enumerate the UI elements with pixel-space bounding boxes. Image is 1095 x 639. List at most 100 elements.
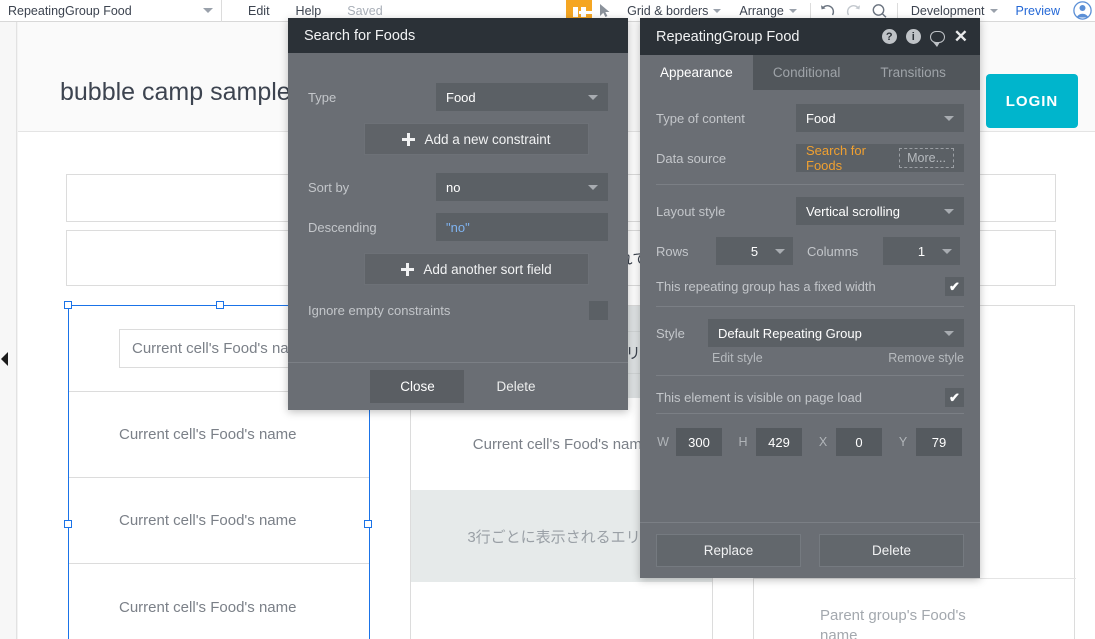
type-select[interactable]: Food: [436, 83, 608, 111]
columns-select[interactable]: 1: [883, 237, 960, 265]
width-input[interactable]: 300: [676, 428, 722, 456]
rg-panel-header: RepeatingGroup Food ? i ✕: [640, 18, 980, 55]
rg-panel-header-icons: ? i ✕: [881, 28, 968, 47]
tab-appearance[interactable]: Appearance: [640, 55, 753, 90]
chevron-down-icon: [588, 94, 598, 100]
style-label: Style: [656, 325, 685, 341]
collapse-panel-arrow-icon[interactable]: [1, 352, 8, 366]
visible-on-page-load-checkbox[interactable]: ✔: [945, 388, 964, 407]
search-icon[interactable]: [867, 3, 893, 19]
avatar-icon[interactable]: [1069, 1, 1095, 20]
sort-by-select[interactable]: no: [436, 173, 608, 201]
replace-button[interactable]: Replace: [656, 534, 801, 567]
type-of-content-value: Food: [806, 110, 836, 126]
repeating-group-property-panel[interactable]: RepeatingGroup Food ? i ✕ Appearance Con…: [640, 18, 980, 578]
sort-by-value: no: [446, 179, 461, 195]
chevron-down-icon: [944, 330, 954, 336]
search-for-foods-dialog[interactable]: Search for Foods Type Food Add a new con…: [288, 18, 628, 410]
info-icon[interactable]: i: [905, 29, 921, 44]
y-position-input[interactable]: 79: [916, 428, 962, 456]
tab-transitions[interactable]: Transitions: [860, 55, 966, 90]
type-value: Food: [446, 89, 476, 105]
type-of-content-select[interactable]: Food: [796, 104, 964, 132]
search-dialog-header: Search for Foods: [288, 18, 628, 53]
toolbar-divider: [809, 2, 811, 19]
menu-item-edit[interactable]: Edit: [248, 4, 270, 18]
parent-group-food-name-text: Parent group's Food's name: [820, 607, 966, 639]
help-icon[interactable]: ?: [881, 29, 897, 44]
middle-group-row-label: Current cell's Food's name: [472, 435, 651, 453]
cell-text: Current cell's Food's name: [119, 426, 297, 443]
chevron-down-icon: [944, 208, 954, 214]
menu-item-help[interactable]: Help: [296, 4, 322, 18]
add-another-sort-field-button[interactable]: Add another sort field: [364, 253, 589, 285]
height-input[interactable]: 429: [756, 428, 802, 456]
repeating-group-cell: Current cell's Food's name: [69, 564, 369, 639]
layout-style-row: Layout style Vertical scrolling: [656, 197, 964, 225]
comment-icon[interactable]: [929, 30, 945, 47]
data-source-more-button[interactable]: More...: [899, 148, 954, 168]
type-of-content-row: Type of content Food: [656, 104, 964, 132]
style-value: Default Repeating Group: [718, 325, 862, 341]
right-group-divider: [754, 578, 1076, 579]
data-source-value[interactable]: Search for Foods: [806, 143, 891, 173]
remove-style-link[interactable]: Remove style: [888, 351, 964, 365]
fixed-width-checkbox[interactable]: ✔: [945, 277, 964, 296]
redo-icon[interactable]: [841, 3, 867, 19]
sort-by-row: Sort by no: [308, 173, 608, 201]
tab-conditional[interactable]: Conditional: [753, 55, 861, 90]
resize-handle-top-center[interactable]: [216, 301, 224, 309]
chevron-down-icon: [588, 184, 598, 190]
panel-divider: [656, 184, 964, 185]
toolbar-divider: [896, 2, 898, 19]
descending-input[interactable]: "no": [436, 213, 608, 241]
panel-divider: [656, 375, 964, 376]
ignore-empty-constraints-checkbox[interactable]: [589, 301, 608, 320]
arrange-label: Arrange: [739, 3, 784, 18]
resize-handle-middle-right[interactable]: [364, 520, 372, 528]
cell-text: Current cell's Food's name: [119, 598, 297, 616]
plus-icon: [402, 132, 416, 146]
search-dialog-title: Search for Foods: [304, 27, 416, 44]
rg-panel-tabs: Appearance Conditional Transitions: [640, 55, 980, 90]
rows-select[interactable]: 5: [716, 237, 793, 265]
x-position-input[interactable]: 0: [836, 428, 882, 456]
layout-style-select[interactable]: Vertical scrolling: [796, 197, 964, 225]
layout-style-value: Vertical scrolling: [806, 203, 900, 219]
columns-label: Columns: [807, 243, 859, 259]
cursor-icon[interactable]: [592, 3, 618, 18]
style-row: Style Default Repeating Group: [656, 319, 964, 347]
descending-value: "no": [446, 219, 470, 235]
version-label: Development: [910, 3, 985, 18]
data-source-row: Data source Search for Foods More...: [656, 143, 964, 173]
delete-button[interactable]: Delete: [819, 534, 964, 567]
undo-icon[interactable]: [815, 3, 841, 19]
login-button[interactable]: LOGIN: [986, 74, 1078, 128]
sort-by-label: Sort by: [308, 179, 350, 195]
close-button[interactable]: Close: [370, 370, 465, 403]
preview-button[interactable]: Preview: [1007, 0, 1069, 22]
add-another-sort-field-label: Add another sort field: [423, 261, 552, 277]
ignore-empty-constraints-label: Ignore empty constraints: [308, 303, 451, 318]
app-name-selector[interactable]: RepeatingGroup Food: [0, 0, 222, 22]
resize-handle-middle-left[interactable]: [64, 520, 72, 528]
bubble-editor-screen: RepeatingGroup Food Edit Help Saved Grid…: [0, 0, 1095, 639]
edit-style-link[interactable]: Edit style: [712, 351, 763, 365]
rg-panel-body: Type of content Food Data source Search …: [640, 90, 980, 456]
save-status-label: Saved: [347, 3, 383, 18]
rows-columns-row: Rows 5 Columns 1: [656, 237, 964, 265]
data-source-field[interactable]: Search for Foods More...: [796, 143, 964, 173]
style-select[interactable]: Default Repeating Group: [708, 319, 964, 347]
middle-group-row-label: 3行ごとに表示されるエリア: [467, 528, 656, 546]
add-new-constraint-button[interactable]: Add a new constraint: [364, 123, 589, 155]
close-icon[interactable]: ✕: [954, 28, 968, 45]
repeating-group-cell: Current cell's Food's name: [69, 478, 369, 564]
visible-on-page-load-row: This element is visible on page load ✔: [656, 388, 964, 407]
grid-and-borders-label: Grid & borders: [627, 3, 709, 18]
chevron-down-icon: [944, 115, 954, 121]
delete-button[interactable]: Delete: [486, 379, 545, 394]
rows-label: Rows: [656, 243, 689, 259]
fixed-width-label: This repeating group has a fixed width: [656, 279, 876, 294]
fixed-width-row: This repeating group has a fixed width ✔: [656, 277, 964, 296]
resize-handle-top-left[interactable]: [64, 301, 72, 309]
